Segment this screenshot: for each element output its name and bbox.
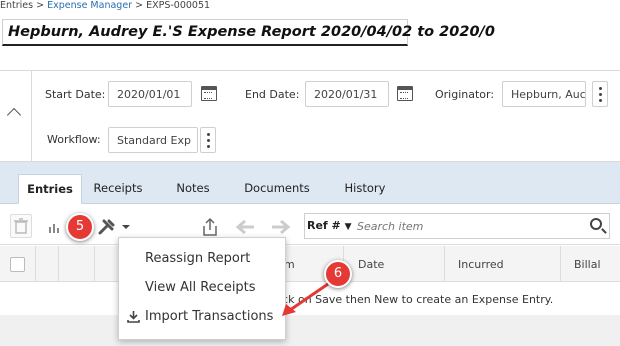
column-header-billable[interactable]: Billal: [574, 258, 601, 271]
end-date-field[interactable]: 2020/01/31: [305, 81, 389, 107]
breadcrumb-link-expense-manager[interactable]: Expense Manager: [47, 0, 132, 11]
workflow-label: Workflow:: [47, 133, 101, 146]
tools-menu-button[interactable]: [98, 218, 132, 239]
column-header-date[interactable]: Date: [358, 258, 384, 271]
workflow-field[interactable]: Standard Exp: [108, 127, 198, 153]
delete-button[interactable]: [10, 214, 32, 238]
tools-icon: [98, 219, 130, 235]
breadcrumb: Entries > Expense Manager > EXPS-000051: [0, 0, 210, 14]
breadcrumb-current: EXPS-000051: [146, 0, 211, 11]
grid-header: [0, 246, 620, 282]
calendar-icon[interactable]: [397, 86, 413, 101]
search-field-selector[interactable]: Ref # ▼: [307, 219, 352, 232]
step-callout-6: 6: [324, 260, 352, 288]
menu-item-view-all-receipts[interactable]: View All Receipts: [145, 280, 256, 295]
search-field-label: Ref #: [307, 219, 341, 232]
breadcrumb-root[interactable]: Entries: [0, 0, 33, 11]
search-icon[interactable]: [590, 218, 602, 230]
column-separator: [58, 246, 59, 282]
originator-field[interactable]: Hepburn, Auc: [502, 81, 586, 107]
column-header-incurred[interactable]: Incurred: [458, 258, 504, 271]
breadcrumb-separator: >: [33, 0, 48, 11]
select-all-checkbox[interactable]: [10, 257, 25, 272]
column-separator: [35, 246, 36, 282]
calendar-icon[interactable]: [201, 86, 217, 101]
tab-receipts[interactable]: Receipts: [86, 174, 150, 204]
menu-item-reassign-report[interactable]: Reassign Report: [145, 251, 250, 266]
caret-down-icon: ▼: [344, 222, 352, 232]
end-date-label: End Date:: [245, 88, 300, 101]
start-date-field[interactable]: 2020/01/01: [108, 81, 192, 107]
trash-icon: [14, 218, 28, 234]
step-callout-5: 5: [66, 213, 94, 241]
menu-item-import-transactions[interactable]: Import Transactions: [145, 309, 273, 324]
breadcrumb-separator: >: [132, 0, 147, 11]
callout-arrow: [270, 280, 340, 323]
originator-more-icon[interactable]: [592, 81, 608, 107]
start-date-label: Start Date:: [45, 88, 106, 101]
tab-documents[interactable]: Documents: [236, 174, 318, 204]
column-separator: [94, 246, 95, 282]
column-separator: [444, 246, 445, 282]
tab-notes[interactable]: Notes: [164, 174, 222, 204]
search-input[interactable]: Search item: [357, 220, 423, 233]
tab-entries[interactable]: Entries: [18, 174, 82, 204]
page-title: Hepburn, Audrey E.'S Expense Report 2020…: [8, 24, 495, 40]
column-separator: [560, 246, 561, 282]
tab-history[interactable]: History: [334, 174, 396, 204]
download-icon: [127, 310, 140, 326]
chart-icon[interactable]: [48, 221, 62, 236]
originator-label: Originator:: [435, 88, 495, 101]
workflow-more-icon[interactable]: [200, 127, 216, 153]
